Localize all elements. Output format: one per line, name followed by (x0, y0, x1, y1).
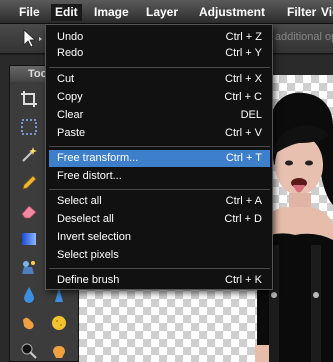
menu-item-select-all[interactable]: Select all Ctrl + A (49, 193, 270, 210)
menu-item-paste[interactable]: Paste Ctrl + V (49, 125, 270, 142)
menu-image[interactable]: Image (90, 4, 133, 21)
burn-icon[interactable] (48, 340, 70, 362)
dodge-icon[interactable] (18, 340, 40, 362)
menu-adjustment[interactable]: Adjustment (195, 4, 269, 21)
pencil-icon[interactable] (18, 172, 40, 194)
menu-separator (49, 67, 270, 68)
menu-item-define-brush[interactable]: Define brush Ctrl + K (49, 272, 270, 289)
crop-icon[interactable] (18, 88, 40, 110)
marquee-icon[interactable] (18, 116, 40, 138)
blur-icon[interactable] (18, 284, 40, 306)
edit-menu-dropdown: Undo Ctrl + Z Redo Ctrl + Y Cut Ctrl + X… (45, 24, 273, 290)
move-tool-icon[interactable] (19, 28, 45, 50)
menu-separator (49, 268, 270, 269)
menubar: File Edit Image Layer Adjustment Filter … (0, 0, 333, 24)
menu-item-cut[interactable]: Cut Ctrl + X (49, 71, 270, 88)
menu-layer[interactable]: Layer (142, 4, 182, 21)
menu-view[interactable]: Vie (317, 4, 333, 21)
menu-filter[interactable]: Filter (283, 4, 320, 21)
magic-wand-icon[interactable] (18, 144, 40, 166)
eraser-icon[interactable] (18, 200, 40, 222)
menu-item-clear[interactable]: Clear DEL (49, 107, 270, 124)
menu-item-select-pixels[interactable]: Select pixels (49, 247, 270, 264)
menu-separator (49, 189, 270, 190)
menu-file[interactable]: File (15, 4, 44, 21)
menu-item-copy[interactable]: Copy Ctrl + C (49, 89, 270, 106)
menu-item-redo[interactable]: Redo Ctrl + Y (49, 45, 270, 62)
menu-item-deselect-all[interactable]: Deselect all Ctrl + D (49, 211, 270, 228)
menu-item-free-transform[interactable]: Free transform... Ctrl + T (49, 150, 270, 167)
smudge-icon[interactable] (18, 312, 40, 334)
menu-edit[interactable]: Edit (51, 4, 82, 21)
menu-item-free-distort[interactable]: Free distort... (49, 168, 270, 185)
menu-item-undo[interactable]: Undo Ctrl + Z (49, 29, 270, 46)
clone-stamp-icon[interactable] (18, 256, 40, 278)
gradient-icon[interactable] (18, 228, 40, 250)
menu-item-invert-selection[interactable]: Invert selection (49, 229, 270, 246)
menu-separator (49, 146, 270, 147)
sponge-icon[interactable] (48, 312, 70, 334)
